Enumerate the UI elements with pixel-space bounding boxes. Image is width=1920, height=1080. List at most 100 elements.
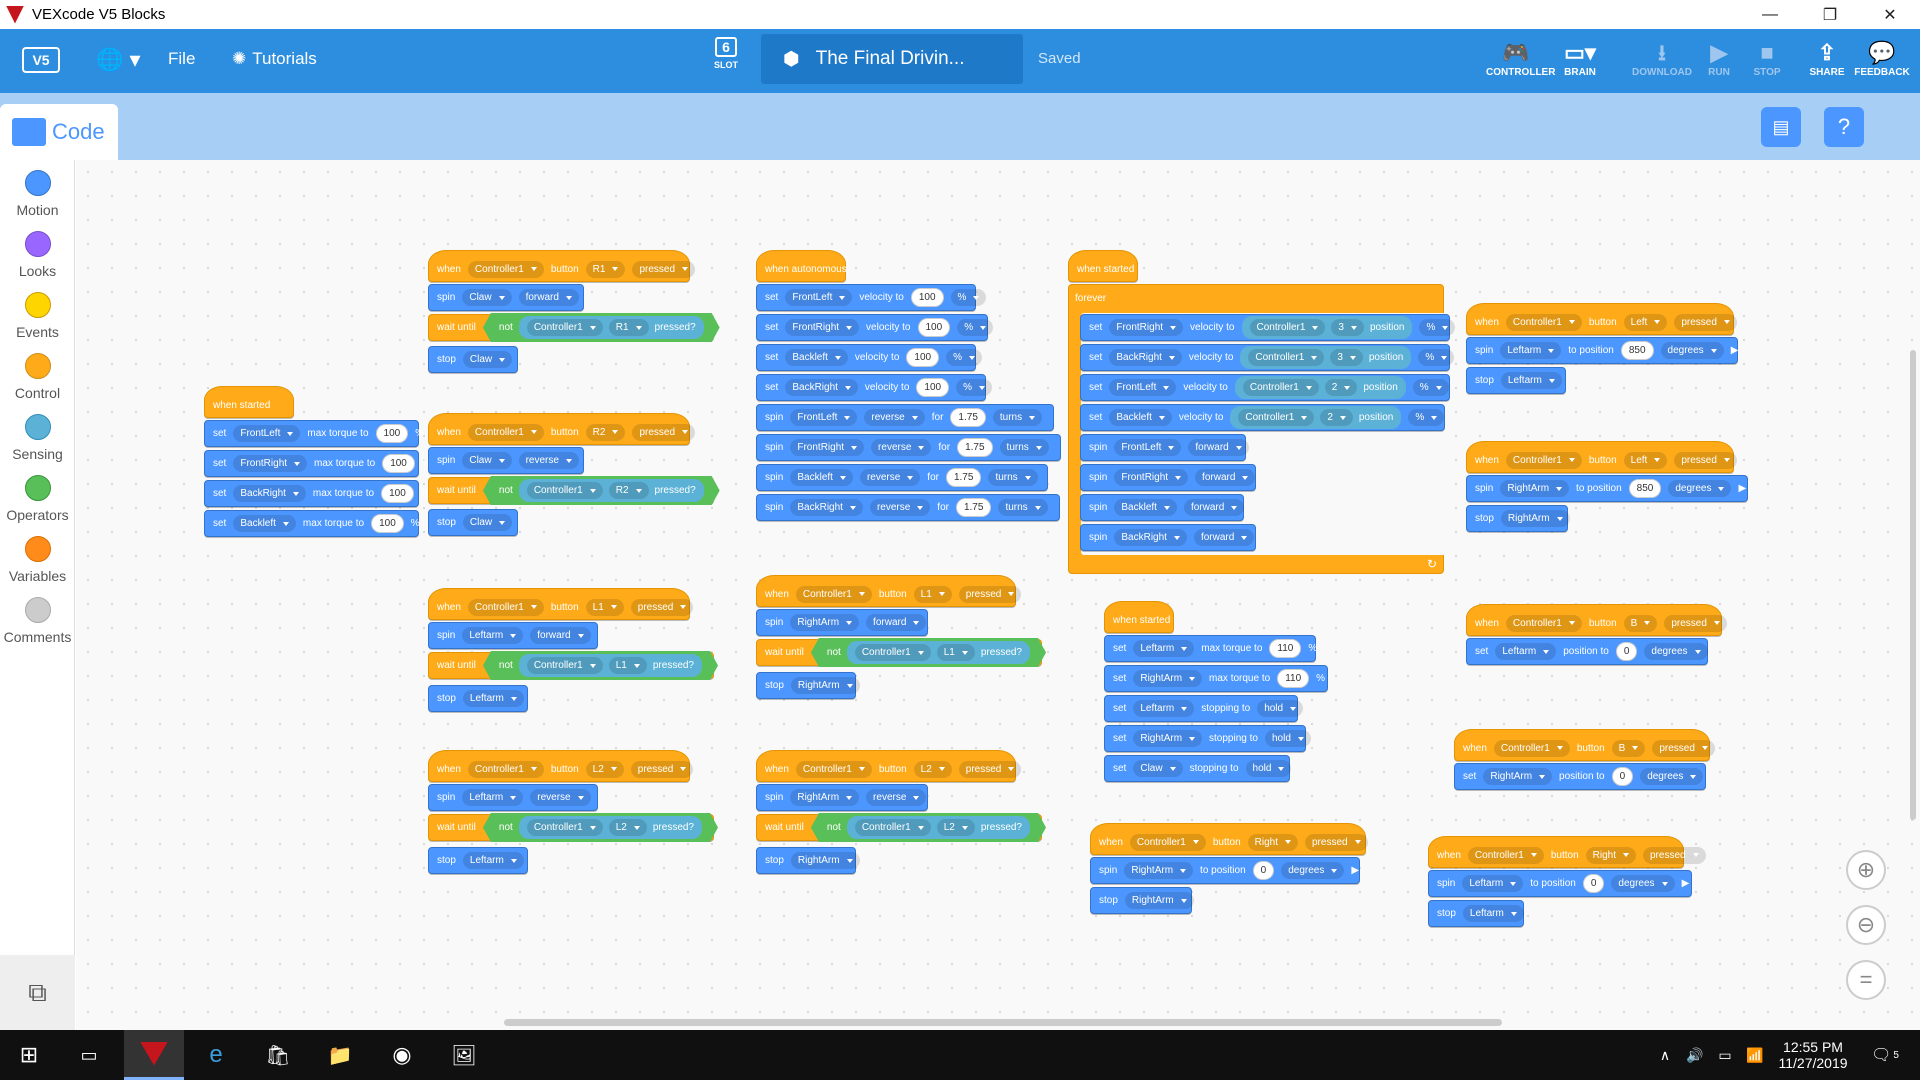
motion-block[interactable]: set FrontRight velocity to 100% — [756, 314, 994, 341]
vertical-scrollbar[interactable] — [1910, 350, 1916, 820]
motion-block[interactable]: set Claw stopping to hold — [1104, 755, 1292, 782]
motion-block[interactable]: spin RightArm forward — [756, 609, 928, 636]
feedback-button[interactable]: 💬 FEEDBACK — [1852, 39, 1912, 78]
slot-selector[interactable]: 6 SLOT — [706, 37, 746, 70]
motion-block[interactable]: spin Leftarm forward — [428, 622, 598, 649]
event-block[interactable]: when Controller1 button Left pressed — [1466, 303, 1737, 335]
event-block[interactable]: when Controller1 button R2 pressed — [428, 413, 696, 445]
wait-until-block[interactable]: wait until not Controller1 L1 pressed? — [428, 652, 714, 679]
wait-until-block[interactable]: wait until not Controller1 R2 pressed? — [428, 477, 714, 504]
horizontal-scrollbar[interactable] — [504, 1019, 1502, 1026]
category-operators[interactable]: Operators — [0, 475, 75, 523]
clock[interactable]: 12:55 PM 11/27/2019 — [1768, 1030, 1858, 1080]
battery-icon[interactable]: ▭ — [1710, 1030, 1740, 1080]
motion-block[interactable]: set RightArm position to 0 degrees — [1454, 763, 1706, 790]
motor-dropdown[interactable]: FrontLeft — [233, 425, 301, 442]
motion-block[interactable]: set Backleft velocity to 100% — [756, 344, 982, 371]
event-block[interactable]: when Controller1 button L1 pressed — [756, 575, 1022, 607]
maximize-button[interactable]: ❐ — [1800, 0, 1860, 29]
event-block[interactable]: when Controller1 button Right pressed — [1428, 836, 1706, 868]
controller-button[interactable]: 🎮 CONTROLLER — [1486, 39, 1555, 78]
category-motion[interactable]: Motion — [0, 170, 75, 218]
notifications-icon[interactable]: 🗨 5 — [1860, 1030, 1910, 1080]
help-icon[interactable]: ? — [1824, 107, 1864, 147]
value-input[interactable]: 100 — [375, 424, 409, 443]
motion-block[interactable]: set Backleft velocity to Controller1 2 positi… — [1080, 404, 1445, 431]
store-icon[interactable]: 🛍 — [250, 1030, 306, 1080]
motion-block[interactable]: set FrontRight velocity to Controller1 3 posi… — [1080, 314, 1456, 341]
motor-dropdown[interactable]: Backleft — [233, 515, 296, 532]
motion-block[interactable]: set BackRight velocity to Controller1 3 posit… — [1080, 344, 1455, 371]
motion-block[interactable]: spin BackRight forward — [1080, 524, 1256, 551]
category-sensing[interactable]: Sensing — [0, 414, 75, 462]
motion-block[interactable]: stop RightArm — [756, 847, 860, 874]
file-menu[interactable]: File — [168, 49, 195, 69]
stop-button[interactable]: ■ STOP — [1737, 39, 1797, 78]
event-block[interactable]: when Controller1 button Bpressed — [1454, 729, 1715, 761]
motion-block[interactable]: set RightArm stopping to hold — [1104, 725, 1311, 752]
motion-block[interactable]: spin Backleft reverse for 1.75 turns — [756, 464, 1048, 491]
motion-block[interactable]: set Leftarm position to 0 degrees — [1466, 638, 1708, 665]
motion-block[interactable]: spin FrontLeft reverse for 1.75 turns — [756, 404, 1054, 431]
download-button[interactable]: ⭳ DOWNLOAD — [1632, 39, 1692, 78]
play-icon[interactable]: ▶ — [1682, 878, 1690, 889]
event-block[interactable]: when started — [1104, 601, 1174, 633]
vexcode-taskbar-icon[interactable] — [124, 1030, 184, 1080]
motor-dropdown[interactable]: FrontRight — [233, 455, 308, 472]
category-comments[interactable]: Comments — [0, 597, 75, 645]
edge-icon[interactable]: e — [188, 1030, 244, 1080]
value-input[interactable]: 100 — [371, 514, 404, 533]
motion-block[interactable]: spin RightArm to position 0 degrees ▶ — [1090, 857, 1360, 884]
motion-block[interactable]: spin Leftarm to position 0 degrees ▶ — [1428, 870, 1692, 897]
motion-block[interactable]: stop Leftarm — [428, 847, 528, 874]
volume-icon[interactable]: 🔊 — [1680, 1030, 1710, 1080]
event-block[interactable]: when Controller1 button L2 pressed — [428, 750, 694, 782]
event-block[interactable]: when Controller1 button R1 pressed — [428, 250, 696, 282]
motion-block[interactable]: set Leftarm max torque to 110% — [1104, 635, 1317, 662]
wait-until-block[interactable]: wait until not Controller1 R1 pressed? — [428, 314, 714, 341]
motion-block[interactable]: spin BackRight reverse for 1.75 turns — [756, 494, 1060, 521]
motion-block[interactable]: spin FrontRight forward — [1080, 464, 1256, 491]
motion-block[interactable]: stop RightArm — [756, 672, 860, 699]
motion-block[interactable]: stop RightArm — [1466, 505, 1570, 532]
motion-block[interactable]: set BackRight max torque to 100% — [204, 480, 430, 507]
motion-block[interactable]: stop Claw — [428, 346, 518, 373]
task-view-icon[interactable]: ▭ — [64, 1030, 114, 1080]
play-icon[interactable]: ▶ — [1738, 483, 1746, 494]
motion-block[interactable]: set BackRight velocity to 100% — [756, 374, 992, 401]
motion-block[interactable]: stop Leftarm — [1428, 900, 1524, 927]
zoom-out-icon[interactable]: ⊖ — [1846, 905, 1886, 945]
chrome-icon[interactable]: ◉ — [374, 1030, 430, 1080]
category-events[interactable]: Events — [0, 292, 75, 340]
wait-until-block[interactable]: wait until not Controller1 L1 pressed? — [756, 639, 1042, 666]
event-block[interactable]: when started — [1068, 250, 1138, 282]
motion-block[interactable]: spin RightArm reverse — [756, 784, 928, 811]
share-button[interactable]: ⇪ SHARE — [1797, 39, 1857, 78]
wait-until-block[interactable]: wait until not Controller1 L2 pressed? — [756, 814, 1042, 841]
motion-block[interactable]: stop Claw — [428, 509, 518, 536]
motion-block[interactable]: spin FrontRight reverse for 1.75 turns — [756, 434, 1061, 461]
start-icon[interactable]: ⊞ — [0, 1030, 58, 1080]
play-icon[interactable]: ▶ — [1731, 345, 1739, 356]
zoom-in-icon[interactable]: ⊕ — [1846, 850, 1886, 890]
motion-block[interactable]: set Leftarm stopping to hold — [1104, 695, 1304, 722]
category-looks[interactable]: Looks — [0, 231, 75, 279]
project-name-field[interactable]: ⬢ The Final Drivin... — [761, 34, 1023, 84]
motion-block[interactable]: set FrontRight max torque to 100% — [204, 450, 431, 477]
code-workspace[interactable]: when started set FrontLeft max torque to 10… — [76, 160, 1920, 1030]
motion-block[interactable]: stop Leftarm — [428, 685, 528, 712]
globe-language-icon[interactable]: 🌐 ▾ — [96, 47, 141, 73]
motion-block[interactable]: spin Backleft forward — [1080, 494, 1245, 521]
motion-block[interactable]: spin Leftarm reverse — [428, 784, 598, 811]
value-input[interactable]: 100 — [381, 484, 414, 503]
vex-logo-icon[interactable]: V5 — [22, 47, 60, 73]
category-control[interactable]: Control — [0, 353, 75, 401]
event-block[interactable]: when Controller1 button Bpressed — [1466, 604, 1727, 636]
devices-icon[interactable]: ▤ — [1761, 107, 1801, 147]
motion-block[interactable]: spin RightArm to position 850 degrees ▶ — [1466, 475, 1748, 502]
category-variables[interactable]: Variables — [0, 536, 75, 584]
motion-block[interactable]: stop Leftarm — [1466, 367, 1566, 394]
event-block[interactable]: when started — [204, 386, 294, 418]
value-input[interactable]: 100 — [382, 454, 415, 473]
event-block[interactable]: when Controller1 button L2 pressed — [756, 750, 1022, 782]
